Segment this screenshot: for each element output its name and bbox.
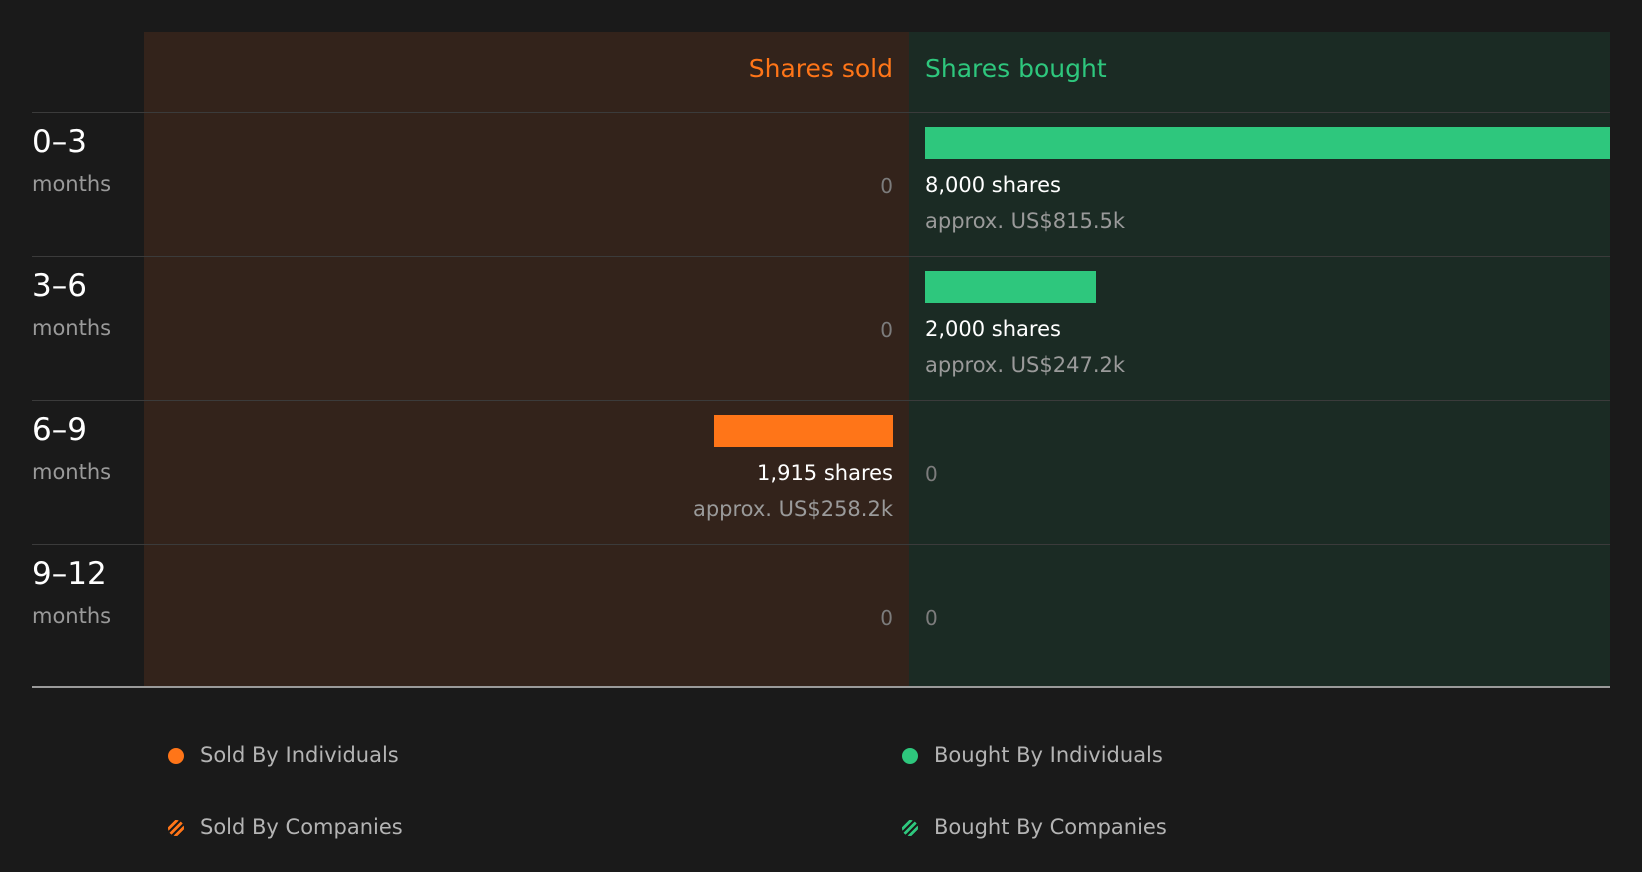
legend-label: Bought By Companies [934,815,1167,839]
legend-label: Sold By Individuals [200,743,399,767]
period-unit-label: months [32,460,112,484]
period-range-label: 6–9 [32,412,87,448]
bought-shares-label: 8,000 shares [925,173,1061,197]
hatched-dot-icon [168,820,184,836]
chart-baseline [32,686,1610,688]
bought-bar [925,271,1097,303]
period-range-label: 0–3 [32,124,87,160]
hatched-dot-icon [902,820,918,836]
period-range-label: 3–6 [32,268,87,304]
bought-value-label: approx. US$247.2k [925,353,1126,377]
period-unit-label: months [32,172,112,196]
insider-trading-chart: Shares sold Shares bought 0–3 months 0 8,00… [0,0,1642,872]
shares-bought-header: Shares bought [925,54,1107,83]
sold-zero-label: 0 [880,606,893,630]
legend-label: Bought By Individuals [934,743,1163,767]
period-row: 3–6 months 0 2,000 shares approx. US$247.2k [0,256,1642,400]
sold-shares-label: 1,915 shares [757,461,893,485]
sold-bar [713,415,893,447]
period-range-label: 9–12 [32,556,107,592]
period-unit-label: months [32,316,112,340]
period-row: 6–9 months 1,915 shares approx. US$258.2k 0 [0,400,1642,544]
period-row: 9–12 months 0 0 [0,544,1642,688]
legend-label: Sold By Companies [200,815,403,839]
bought-shares-label: 2,000 shares [925,317,1061,341]
solid-dot-icon [902,748,918,764]
period-unit-label: months [32,604,112,628]
period-row: 0–3 months 0 8,000 shares approx. US$815.5k [0,112,1642,256]
sold-zero-label: 0 [880,318,893,342]
bought-zero-label: 0 [925,462,938,486]
sold-zero-label: 0 [880,174,893,198]
solid-dot-icon [168,748,184,764]
bought-bar [925,127,1610,159]
sold-value-label: approx. US$258.2k [692,497,893,521]
shares-sold-header: Shares sold [748,54,893,83]
bought-zero-label: 0 [925,606,938,630]
bought-value-label: approx. US$815.5k [925,209,1126,233]
